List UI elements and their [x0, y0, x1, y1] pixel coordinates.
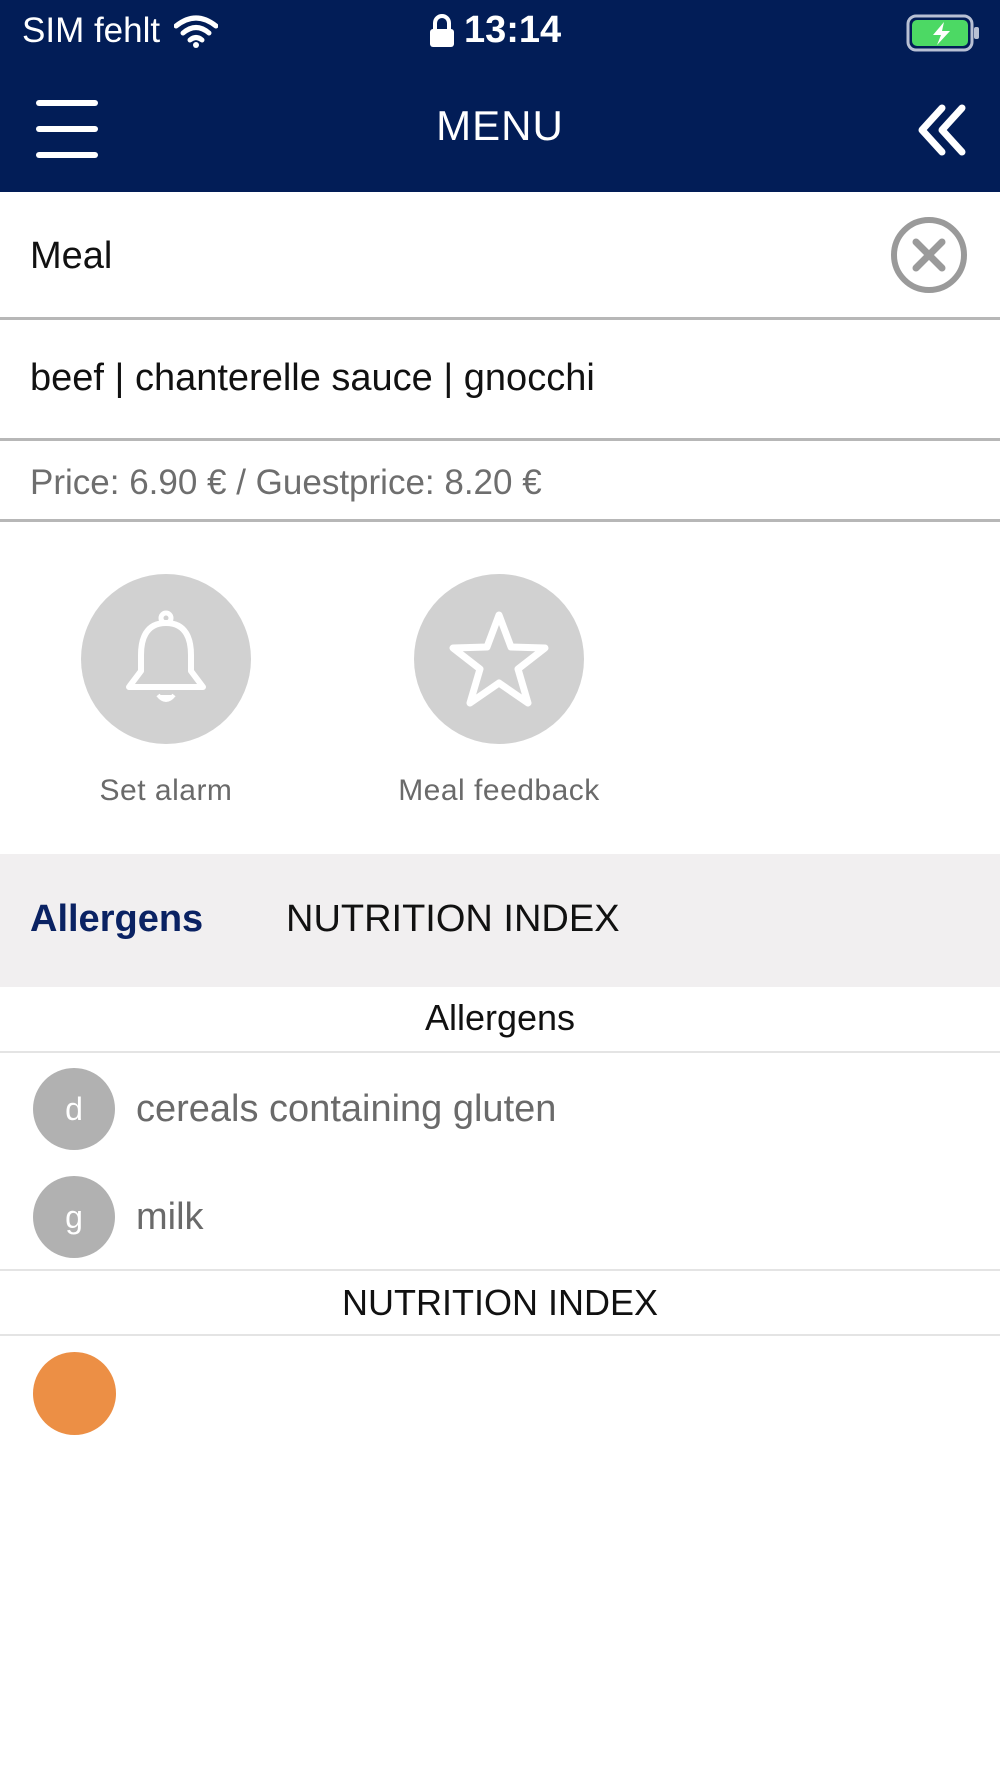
meal-actions: Set alarm Meal feedback	[0, 522, 1000, 854]
meal-header: Meal	[0, 192, 1000, 320]
battery-charging-icon	[906, 13, 982, 53]
nutrition-section-title: NUTRITION INDEX	[341, 1282, 658, 1323]
price-label: Price: 6.90 € / Guestprice: 8.20 €	[30, 463, 542, 502]
status-bar: SIM fehlt 13:14	[0, 0, 1000, 66]
meal-feedback-button[interactable]: Meal feedback	[379, 574, 619, 808]
divider	[0, 1051, 1000, 1053]
star-icon[interactable]	[414, 574, 584, 744]
wifi-icon	[174, 14, 219, 48]
allergen-code-badge: d	[33, 1068, 115, 1150]
close-circle-icon[interactable]	[890, 216, 968, 294]
carrier-status: SIM fehlt	[22, 11, 219, 51]
set-alarm-label: Set alarm	[99, 774, 233, 807]
double-chevron-left-icon[interactable]	[914, 102, 970, 158]
carrier-label: SIM fehlt	[22, 11, 161, 50]
tab-bar: Allergens NUTRITION INDEX	[0, 854, 1000, 987]
lock-icon	[428, 13, 456, 49]
divider	[0, 1334, 1000, 1336]
meal-feedback-label: Meal feedback	[398, 774, 600, 807]
navigation-bar: MENU	[0, 66, 1000, 192]
dish-row: beef | chanterelle sauce | gnocchi	[0, 320, 1000, 441]
divider	[0, 1269, 1000, 1271]
status-time: 13:14	[428, 9, 561, 52]
allergen-name: milk	[136, 1196, 204, 1238]
dish-description: beef | chanterelle sauce | gnocchi	[30, 357, 595, 399]
price-row: Price: 6.90 € / Guestprice: 8.20 €	[0, 441, 1000, 522]
time-label: 13:14	[464, 9, 562, 51]
allergen-code-badge: g	[33, 1176, 115, 1258]
list-item: g milk	[0, 1166, 1000, 1266]
bell-icon[interactable]	[81, 574, 251, 744]
list-item: d cereals containing gluten	[0, 1058, 1000, 1158]
tab-allergens[interactable]: Allergens	[30, 898, 203, 941]
allergens-section-title: Allergens	[424, 997, 576, 1038]
set-alarm-button[interactable]: Set alarm	[46, 574, 286, 808]
allergen-name: cereals containing gluten	[136, 1088, 557, 1130]
nutrition-indicator	[33, 1352, 116, 1435]
meal-label: Meal	[30, 235, 113, 277]
tab-nutrition-index[interactable]: NUTRITION INDEX	[286, 898, 620, 941]
page-title: MENU	[436, 102, 564, 149]
